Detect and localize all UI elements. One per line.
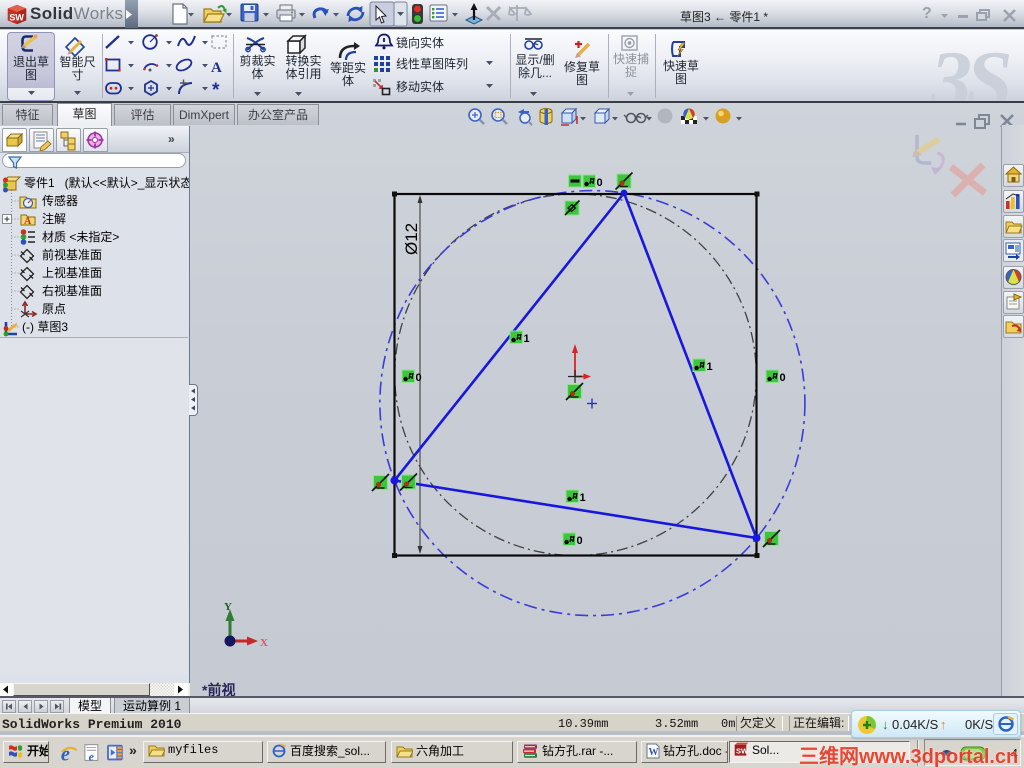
svg-text:SW: SW — [9, 12, 24, 22]
svg-text:e: e — [61, 743, 70, 765]
svg-text:*: * — [212, 80, 220, 101]
svg-text:A: A — [211, 60, 222, 76]
svg-text:e: e — [89, 749, 95, 763]
svg-text:W: W — [649, 747, 659, 758]
svg-text:SW: SW — [736, 747, 749, 756]
svg-text:A: A — [24, 216, 32, 227]
